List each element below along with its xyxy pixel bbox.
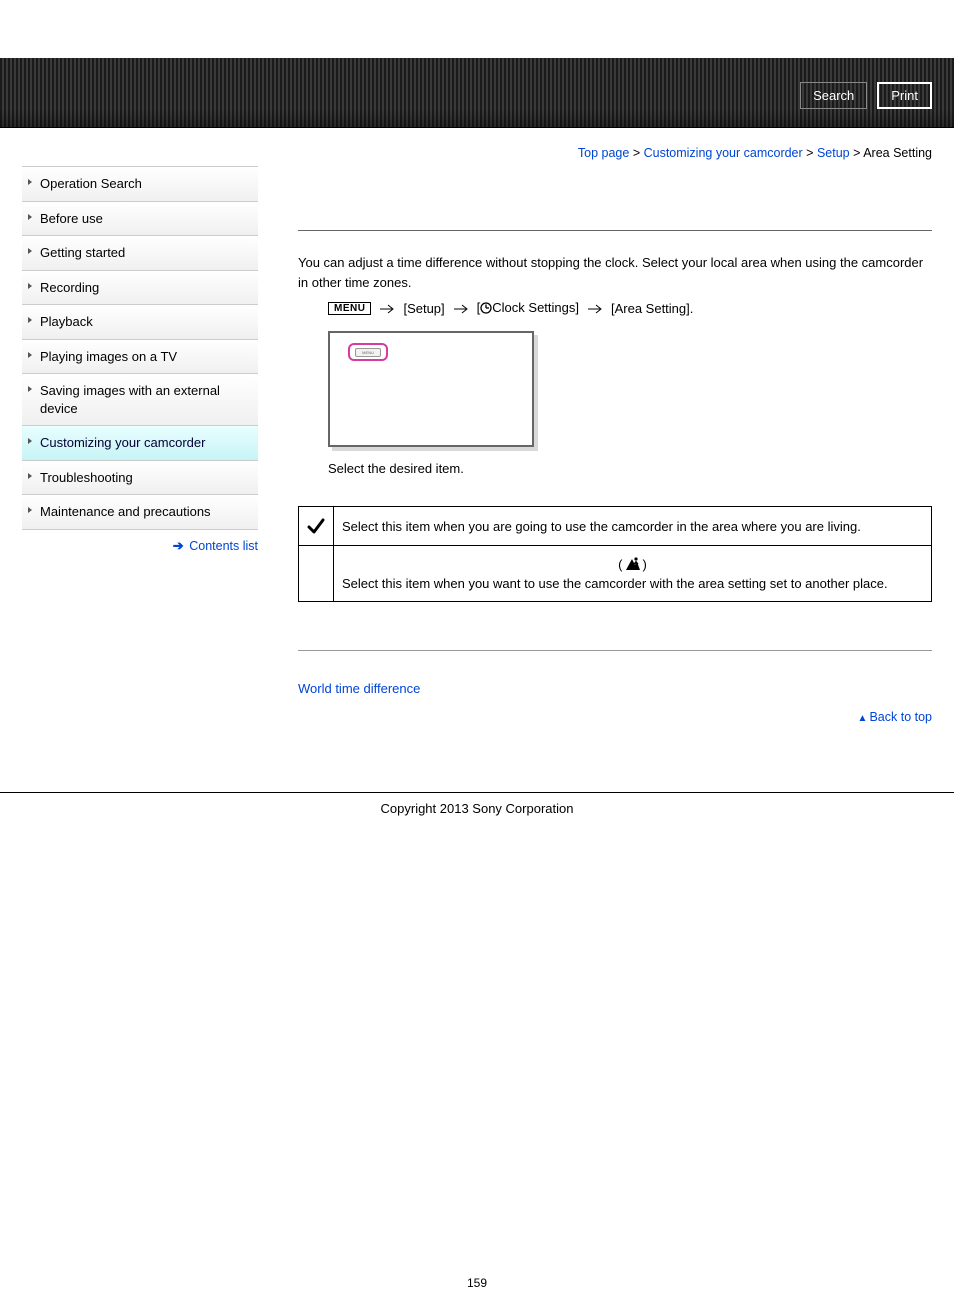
menu-highlight-icon: MENU bbox=[348, 343, 388, 361]
sidebar-item-recording[interactable]: Recording bbox=[22, 271, 258, 306]
nav-setup: [Setup] bbox=[403, 301, 444, 316]
breadcrumb-current: Area Setting bbox=[863, 146, 932, 160]
sidebar-item-playing-tv[interactable]: Playing images on a TV bbox=[22, 340, 258, 375]
divider bbox=[298, 650, 932, 651]
destination-icon-row: () bbox=[342, 556, 923, 572]
sidebar-item-saving-external[interactable]: Saving images with an external device bbox=[22, 374, 258, 426]
sidebar-item-label: Saving images with an external device bbox=[40, 383, 220, 416]
sidebar-item-before-use[interactable]: Before use bbox=[22, 202, 258, 237]
sidebar: Operation Search Before use Getting star… bbox=[22, 128, 258, 788]
clock-icon bbox=[480, 302, 492, 317]
sidebar-item-playback[interactable]: Playback bbox=[22, 305, 258, 340]
sidebar-item-label: Getting started bbox=[40, 245, 125, 260]
breadcrumb: Top page > Customizing your camcorder > … bbox=[298, 146, 932, 160]
divider bbox=[298, 230, 932, 231]
options-table: Select this item when you are going to u… bbox=[298, 506, 932, 602]
intro-text: You can adjust a time difference without… bbox=[298, 253, 932, 292]
check-icon bbox=[307, 517, 325, 535]
arrow-right-icon bbox=[587, 304, 603, 314]
sidebar-item-label: Playing images on a TV bbox=[40, 349, 177, 364]
sidebar-item-label: Before use bbox=[40, 211, 103, 226]
related-link-world-time[interactable]: World time difference bbox=[298, 681, 420, 696]
sidebar-item-getting-started[interactable]: Getting started bbox=[22, 236, 258, 271]
destination-icon bbox=[623, 557, 643, 572]
sidebar-item-operation-search[interactable]: Operation Search bbox=[22, 167, 258, 202]
step-select-item: Select the desired item. bbox=[328, 461, 932, 476]
table-row: () Select this item when you want to use… bbox=[299, 546, 932, 602]
option-destination-desc: Select this item when you want to use th… bbox=[342, 576, 923, 591]
menu-icon: MENU bbox=[328, 302, 371, 315]
triangle-up-icon: ▲ bbox=[858, 713, 868, 724]
nav-clock: [Clock Settings] bbox=[477, 300, 579, 317]
back-to-top-link[interactable]: Back to top bbox=[869, 710, 932, 724]
sidebar-item-label: Operation Search bbox=[40, 176, 142, 191]
arrow-right-icon bbox=[453, 304, 469, 314]
arrow-right-icon bbox=[379, 304, 395, 314]
option-home-desc: Select this item when you are going to u… bbox=[334, 507, 932, 546]
sidebar-item-label: Recording bbox=[40, 280, 99, 295]
menu-navigation-sequence: MENU [Setup] [Clock Settings] [Area Sett… bbox=[328, 300, 932, 317]
sidebar-item-customizing[interactable]: Customizing your camcorder bbox=[22, 426, 258, 461]
screen-illustration: MENU bbox=[328, 331, 534, 447]
main-content: Top page > Customizing your camcorder > … bbox=[258, 128, 932, 788]
sidebar-item-label: Playback bbox=[40, 314, 93, 329]
nav-area: [Area Setting]. bbox=[611, 301, 693, 316]
sidebar-item-maintenance[interactable]: Maintenance and precautions bbox=[22, 495, 258, 530]
page-number: 159 bbox=[0, 856, 954, 1310]
header-band: Search Print bbox=[0, 58, 954, 128]
search-button[interactable]: Search bbox=[800, 82, 867, 109]
breadcrumb-setup[interactable]: Setup bbox=[817, 146, 850, 160]
sidebar-item-label: Customizing your camcorder bbox=[40, 435, 205, 450]
sidebar-item-troubleshooting[interactable]: Troubleshooting bbox=[22, 461, 258, 496]
sidebar-item-label: Troubleshooting bbox=[40, 470, 133, 485]
print-button[interactable]: Print bbox=[877, 82, 932, 109]
copyright-text: Copyright 2013 Sony Corporation bbox=[0, 793, 954, 856]
contents-list-link[interactable]: Contents list bbox=[189, 539, 258, 553]
sidebar-item-label: Maintenance and precautions bbox=[40, 504, 211, 519]
breadcrumb-customizing[interactable]: Customizing your camcorder bbox=[644, 146, 803, 160]
arrow-right-icon: ➔ bbox=[173, 538, 184, 553]
breadcrumb-top[interactable]: Top page bbox=[578, 146, 629, 160]
table-row: Select this item when you are going to u… bbox=[299, 507, 932, 546]
